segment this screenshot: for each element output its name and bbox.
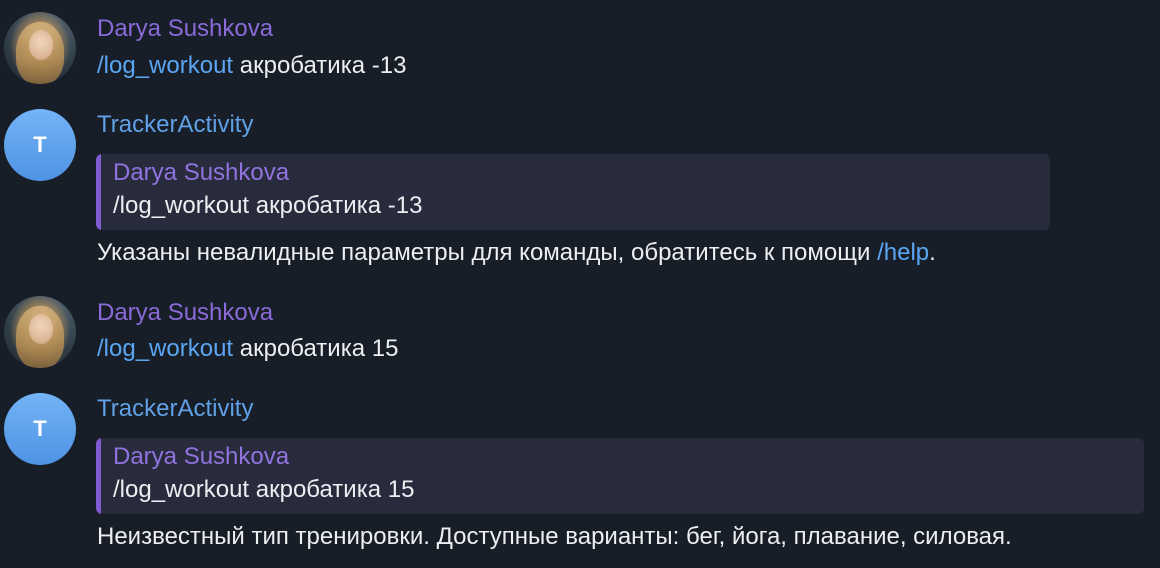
user-avatar[interactable] (4, 296, 76, 368)
user-avatar[interactable] (4, 12, 76, 84)
bot-avatar-letter: T (33, 132, 47, 157)
message-user: Darya Sushkova /log_workout акробатика -… (0, 0, 1160, 100)
bot-avatar[interactable]: T (4, 109, 76, 181)
sender-name[interactable]: Darya Sushkova (97, 14, 273, 44)
reply-sender: Darya Sushkova (113, 443, 290, 470)
avatar-face (29, 30, 53, 60)
sender-name[interactable]: TrackerActivity (97, 110, 253, 140)
bot-avatar[interactable]: T (4, 393, 76, 465)
reply-sender: Darya Sushkova (113, 159, 290, 186)
reply-text: /log_workout акробатика 15 (113, 476, 415, 503)
message-bot: T TrackerActivity Darya Sushkova /log_wo… (0, 384, 1160, 568)
command-args: акробатика -13 (233, 52, 407, 79)
command-args: акробатика 15 (233, 335, 399, 362)
message-text: Неизвестный тип тренировки. Доступные ва… (97, 523, 1012, 550)
help-link[interactable]: /help (877, 239, 929, 266)
bot-avatar-letter: T (33, 416, 47, 441)
avatar-face (29, 314, 53, 344)
chat-history: Darya Sushkova /log_workout акробатика -… (0, 0, 1160, 568)
text-after-link: . (929, 239, 936, 266)
reply-text: /log_workout акробатика -13 (113, 192, 423, 219)
message-text: /log_workout акробатика -13 (97, 50, 406, 82)
sender-name[interactable]: Darya Sushkova (97, 298, 273, 328)
message-text: Указаны невалидные параметры для команды… (97, 237, 936, 269)
message-text: /log_workout акробатика 15 (97, 333, 398, 365)
message-user: Darya Sushkova /log_workout акробатика 1… (0, 284, 1160, 384)
reply-bar (96, 154, 101, 230)
text-before-link: Указаны невалидные параметры для команды… (97, 239, 878, 266)
reply-quote[interactable]: Darya Sushkova /log_workout акробатика -… (96, 154, 1050, 230)
reply-bar (96, 438, 101, 514)
command-link[interactable]: /log_workout (97, 335, 233, 362)
reply-quote[interactable]: Darya Sushkova /log_workout акробатика 1… (96, 438, 1144, 514)
command-link[interactable]: /log_workout (97, 52, 233, 79)
message-bot: T TrackerActivity Darya Sushkova /log_wo… (0, 100, 1160, 280)
sender-name[interactable]: TrackerActivity (97, 394, 253, 424)
